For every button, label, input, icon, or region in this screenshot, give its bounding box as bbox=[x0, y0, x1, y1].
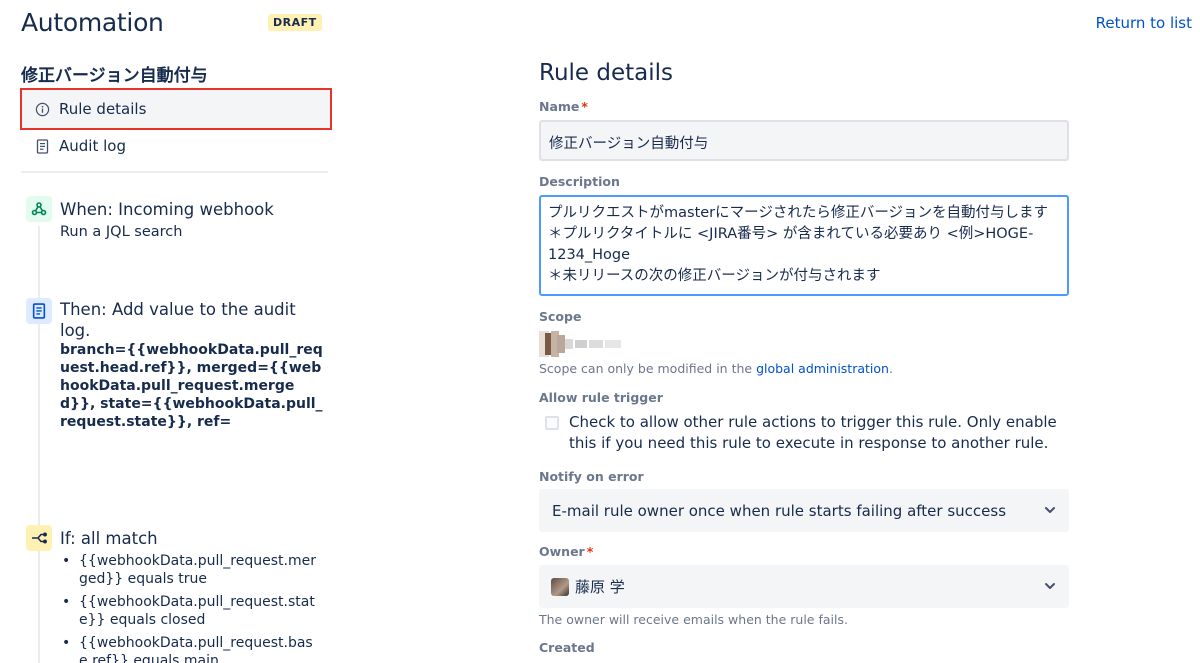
info-icon bbox=[25, 102, 59, 117]
branch-icon bbox=[26, 525, 52, 551]
rule-name-input[interactable]: 修正バージョン自動付与 bbox=[539, 120, 1069, 161]
condition-step-title[interactable]: If: all match bbox=[60, 528, 158, 549]
created-label: Created bbox=[539, 640, 595, 655]
description-label: Description bbox=[539, 174, 620, 189]
sidebar-item-label: Rule details bbox=[59, 100, 147, 118]
description-textarea[interactable]: プルリクエストがmasterにマージされたら修正バージョンを自動付与します ＊プ… bbox=[539, 195, 1069, 296]
trigger-step-subtitle: Run a JQL search bbox=[60, 224, 183, 240]
page-title: Rule details bbox=[539, 60, 674, 86]
sidebar-item-audit-log[interactable]: Audit log bbox=[22, 127, 330, 165]
scope-help-text: Scope can only be modified in the global… bbox=[539, 361, 893, 376]
scope-project-avatar bbox=[539, 331, 621, 357]
condition-item: {{webhookData.pull_request.base.ref}} eq… bbox=[62, 634, 324, 663]
timeline-connector bbox=[38, 226, 40, 663]
document-icon bbox=[25, 138, 59, 154]
name-label: Name * bbox=[539, 99, 588, 114]
required-asterisk: * bbox=[586, 544, 594, 559]
sidebar-item-rule-details[interactable]: Rule details bbox=[20, 88, 332, 130]
owner-help-text: The owner will receive emails when the r… bbox=[539, 612, 848, 627]
required-asterisk: * bbox=[581, 99, 588, 114]
condition-item: {{webhookData.pull_request.merged}} equa… bbox=[62, 552, 324, 588]
trigger-step-title[interactable]: When: Incoming webhook bbox=[60, 199, 274, 220]
owner-selected-value: 藤原 学 bbox=[575, 578, 625, 596]
condition-item: {{webhookData.pull_request.state}} equal… bbox=[62, 593, 324, 629]
audit-log-icon bbox=[26, 298, 52, 324]
notify-selected-value: E-mail rule owner once when rule starts … bbox=[552, 501, 1007, 520]
owner-select[interactable]: 藤原 学 bbox=[539, 565, 1069, 608]
description-line: ＊未リリースの次の修正バージョンが付与されます bbox=[548, 268, 881, 284]
owner-label: Owner * bbox=[539, 544, 594, 559]
draft-badge: DRAFT bbox=[268, 14, 322, 31]
rule-name-title: 修正バージョン自動付与 bbox=[21, 66, 208, 86]
action-step-title[interactable]: Then: Add value to the audit log. bbox=[60, 299, 310, 341]
sidebar-divider bbox=[21, 171, 328, 173]
notify-on-error-select[interactable]: E-mail rule owner once when rule starts … bbox=[539, 489, 1069, 532]
avatar bbox=[551, 577, 569, 596]
description-line: プルリクエストがmasterにマージされたら修正バージョンを自動付与します bbox=[548, 205, 1049, 221]
webhook-icon bbox=[26, 196, 52, 222]
notify-on-error-label: Notify on error bbox=[539, 469, 644, 484]
condition-list: {{webhookData.pull_request.merged}} equa… bbox=[62, 552, 324, 663]
description-line: ＊プルリクタイトルに <JIRA番号> が含まれている必要あり <例>HOGE-… bbox=[548, 226, 1034, 263]
chevron-down-icon bbox=[1041, 577, 1059, 599]
chevron-down-icon bbox=[1041, 501, 1059, 523]
scope-label: Scope bbox=[539, 309, 582, 324]
sidebar-item-label: Audit log bbox=[59, 137, 126, 155]
global-administration-link[interactable]: global administration bbox=[756, 361, 889, 376]
allow-rule-trigger-text[interactable]: Check to allow other rule actions to tri… bbox=[569, 412, 1069, 454]
return-to-list-link[interactable]: Return to list bbox=[1096, 14, 1192, 32]
allow-rule-trigger-checkbox[interactable] bbox=[545, 416, 559, 430]
allow-rule-trigger-label: Allow rule trigger bbox=[539, 390, 663, 405]
text-fade-overlay bbox=[55, 444, 335, 468]
app-title: Automation bbox=[21, 8, 164, 37]
